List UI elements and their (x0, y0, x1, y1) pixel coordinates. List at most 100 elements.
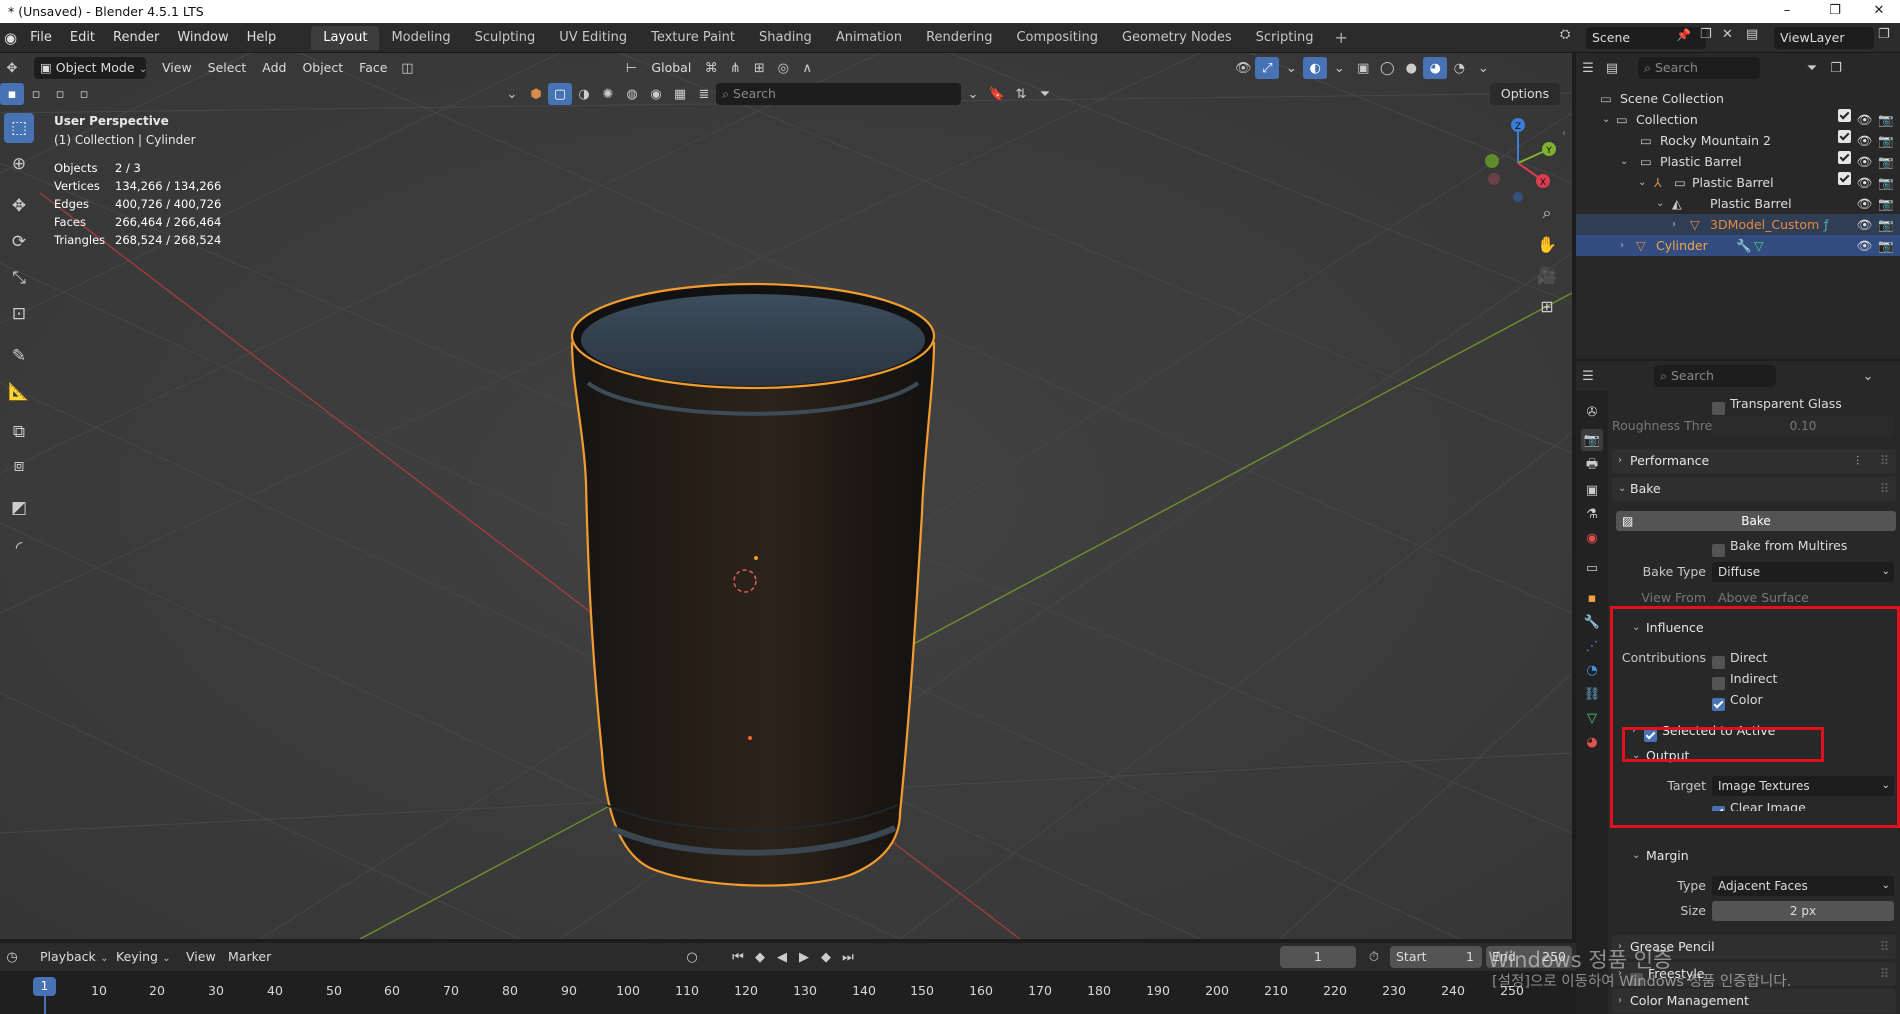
zoom-icon[interactable]: ⌕ (1532, 198, 1562, 228)
view-layer-icon[interactable]: ▤ (1746, 27, 1758, 42)
snap-target-icon[interactable]: ⊞ (747, 57, 771, 79)
bake-from-multires-row[interactable]: Bake from Multires (1612, 535, 1896, 557)
add-cube-tool-icon[interactable]: ⧉ (4, 417, 34, 447)
start-frame-field[interactable]: Start 1 (1390, 946, 1482, 968)
modifier-tab-icon[interactable]: 🔧 (1581, 611, 1603, 633)
keying-menu[interactable]: Keying ⌄ (108, 946, 179, 968)
tab-animation[interactable]: Animation (824, 26, 914, 50)
exclude-checkbox[interactable] (1837, 151, 1851, 164)
mesh-filter-icon[interactable]: ▢ (548, 83, 572, 105)
scale-tool-icon[interactable]: ⤡ (4, 263, 34, 293)
color-management-panel-header[interactable]: › Color Management (1612, 989, 1896, 1013)
bake-panel-header[interactable]: ⌄ Bake ⠿ (1612, 477, 1896, 501)
selected-to-active-panel-header[interactable]: › Selected to Active (1632, 720, 1882, 742)
wireframe-shading-icon[interactable]: ◯ (1375, 57, 1399, 79)
camera-icon[interactable]: 📷 (1878, 214, 1894, 235)
filter-icon[interactable]: ⏷ (1033, 83, 1057, 105)
cursor-tool-icon[interactable]: ⊕ (4, 149, 34, 179)
menu-render[interactable]: Render (104, 23, 168, 53)
select-extend-icon[interactable]: ▫ (24, 83, 48, 105)
prev-keyframe-icon[interactable]: ◆ (748, 946, 772, 968)
camera-view-icon[interactable]: 🎥 (1532, 260, 1562, 290)
playback-menu[interactable]: Playback ⌄ (32, 946, 117, 968)
jump-start-icon[interactable]: ⏮ (726, 946, 750, 968)
tab-modeling[interactable]: Modeling (379, 26, 462, 50)
collapse-icon[interactable]: ⌄ (500, 83, 524, 105)
tab-scripting[interactable]: Scripting (1244, 26, 1326, 50)
menu-help[interactable]: Help (238, 23, 286, 53)
rendered-shading-icon[interactable]: ◔ (1447, 57, 1471, 79)
select-new-icon[interactable]: ▪ (0, 83, 24, 105)
navigation-gizmo[interactable]: Z Y X (1475, 113, 1565, 203)
transform-tool-icon[interactable]: ⊡ (4, 299, 34, 329)
new-view-layer-icon[interactable]: ❐ (1878, 27, 1890, 42)
play-reverse-icon[interactable]: ◀ (770, 946, 794, 968)
material-shading-icon[interactable]: ◕ (1423, 57, 1448, 79)
tab-compositing[interactable]: Compositing (1004, 26, 1110, 50)
roughness-threshold-field[interactable]: 0.10 (1712, 416, 1894, 436)
output-tab-icon[interactable]: 🖶 (1581, 455, 1603, 477)
overlay-dropdown-icon[interactable]: ⌄ (1327, 57, 1351, 79)
tool-tab-icon[interactable]: ✇ (1581, 401, 1603, 423)
outliner-filter-icon[interactable]: ⏷ (1800, 57, 1824, 79)
bake-button[interactable]: ▨ Bake (1616, 511, 1896, 531)
constraints-tab-icon[interactable]: ⛓ (1581, 683, 1603, 705)
light-filter-icon[interactable]: ✺ (596, 83, 620, 105)
annotate-tool-icon[interactable]: ✎ (4, 341, 34, 371)
tab-sculpting[interactable]: Sculpting (463, 26, 548, 50)
clear-image-checkbox[interactable] (1712, 806, 1725, 811)
contributions-direct-row[interactable]: Contributions Direct (1612, 647, 1896, 669)
chevron-down-icon[interactable]: ⌄ (1638, 172, 1646, 193)
transparent-glass-row[interactable]: Transparent Glass (1612, 393, 1896, 415)
exclude-checkbox[interactable] (1837, 172, 1851, 185)
camera-icon[interactable]: 📷 (1878, 193, 1894, 214)
clear-image-row[interactable]: Clear Image (1612, 797, 1896, 811)
add-workspace-icon[interactable]: + (1325, 23, 1356, 53)
camera-icon[interactable]: 📷 (1878, 109, 1894, 130)
options-dropdown[interactable]: Options (1490, 83, 1560, 105)
preset-icon[interactable]: ⫶ (1856, 449, 1859, 473)
mode-dropdown[interactable]: ▣ Object Mode ⌄ (34, 57, 147, 79)
falloff-icon[interactable]: ∧ (795, 57, 819, 79)
tab-geometry-nodes[interactable]: Geometry Nodes (1110, 26, 1244, 50)
bookmark-icon[interactable]: 🔖 (985, 83, 1009, 105)
face-mode-icon[interactable]: ◫ (395, 57, 419, 79)
scene-icon[interactable]: ⛭ (1560, 27, 1570, 42)
proportional-edit-icon[interactable]: ◎ (771, 57, 795, 79)
menu-file[interactable]: File (21, 23, 61, 53)
outliner-row-scene-collection[interactable]: ▭ Scene Collection (1576, 88, 1900, 109)
eye-icon[interactable]: 👁 (1857, 130, 1873, 151)
scene-tab-icon[interactable]: ⚗ (1581, 503, 1603, 525)
view-layer-field[interactable]: ViewLayer (1774, 27, 1874, 49)
drag-handle-icon[interactable]: ⠿ (1880, 477, 1889, 501)
influence-panel-header[interactable]: ⌄ Influence (1632, 617, 1882, 639)
outliner-row-rocky-mountain[interactable]: ▭ Rocky Mountain 2 👁 📷 (1576, 130, 1900, 151)
menu-select[interactable]: Select (200, 57, 255, 79)
properties-options-icon[interactable]: ⌄ (1856, 365, 1880, 387)
3d-viewport[interactable]: ✥ ▣ Object Mode ⌄ View Select Add Object… (0, 53, 1572, 939)
eye-icon[interactable]: 👁 (1857, 235, 1873, 256)
outliner-search-input[interactable]: ⌕ Search (1638, 57, 1760, 79)
orientation-dropdown[interactable]: Global (643, 57, 699, 79)
contributions-indirect-row[interactable]: Indirect (1612, 668, 1896, 690)
image-filter-icon[interactable]: ▦ (668, 83, 692, 105)
chevron-down-icon[interactable]: ⌄ (1602, 109, 1610, 130)
outliner-row-cylinder[interactable]: › ▽ Cylinder 🔧 ▽ 👁 📷 (1576, 235, 1900, 256)
solid-shading-icon[interactable]: ● (1399, 57, 1423, 79)
exclude-checkbox[interactable] (1837, 130, 1851, 143)
margin-type-dropdown[interactable]: Adjacent Faces ⌄ (1712, 876, 1894, 896)
bake-type-dropdown[interactable]: Diffuse ⌄ (1712, 562, 1894, 582)
marker-menu[interactable]: Marker (220, 946, 279, 968)
particles-tab-icon[interactable]: ⋰ (1581, 635, 1603, 657)
viewport-search-input[interactable]: ⌕ Search (716, 83, 961, 105)
jump-end-icon[interactable]: ⏭ (836, 946, 860, 968)
menu-object[interactable]: Object (294, 57, 351, 79)
menu-edit[interactable]: Edit (61, 23, 104, 53)
physics-tab-icon[interactable]: ◔ (1581, 659, 1603, 681)
cylinder-object[interactable] (570, 282, 936, 887)
collection-tab-icon[interactable]: ▭ (1581, 557, 1603, 579)
visibility-icon[interactable]: 👁 (1231, 57, 1255, 79)
pan-hand-icon[interactable]: ✋ (1532, 229, 1562, 259)
view-from-value[interactable]: Above Surface (1718, 587, 1809, 609)
next-keyframe-icon[interactable]: ◆ (814, 946, 838, 968)
